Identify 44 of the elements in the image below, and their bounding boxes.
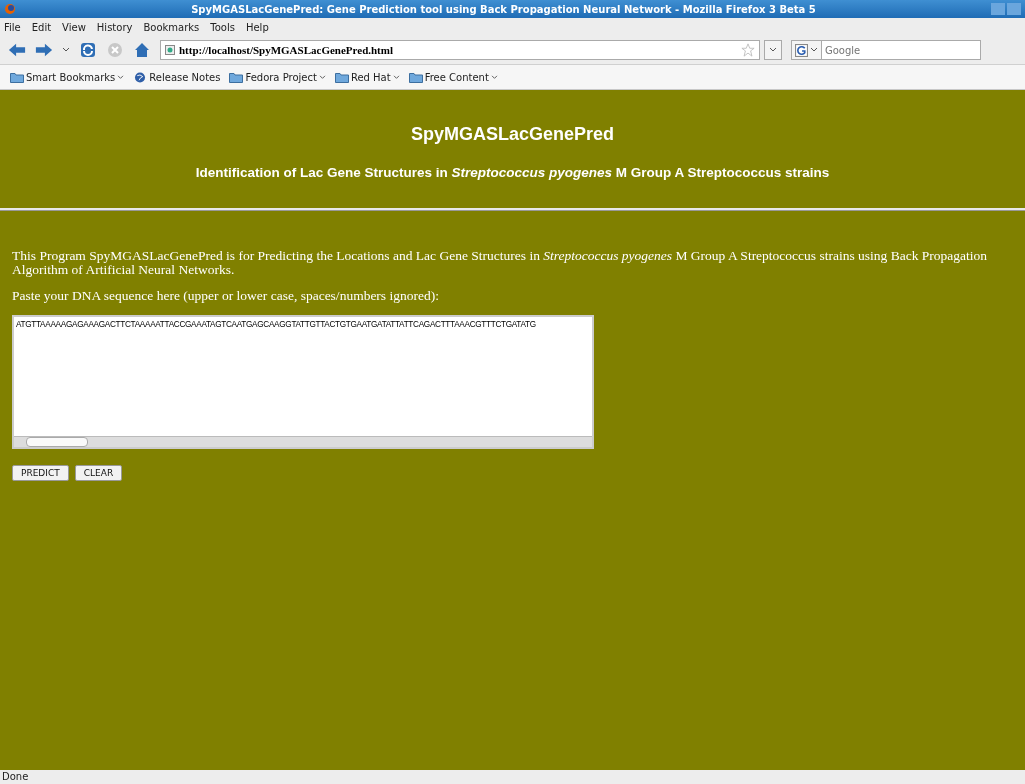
browser-logo-icon <box>4 3 16 15</box>
folder-icon <box>229 71 244 83</box>
back-arrow-icon[interactable] <box>8 42 26 58</box>
globe-icon <box>133 71 148 83</box>
caret-icon <box>769 47 777 53</box>
description-text: This Program SpyMGASLacGenePred is for Predicting the Locations and Lac Gene Structures in Streptococcus pyogenes M Group A Streptococcus strains using Back Propagation Algorithm of Artificial Neural Networks. <box>12 249 989 277</box>
menu-item[interactable]: Bookmarks <box>143 21 200 33</box>
home-icon[interactable] <box>133 42 151 58</box>
forward-arrow-icon[interactable] <box>35 42 53 58</box>
bookmark-item[interactable]: Smart Bookmarks <box>10 71 125 83</box>
caret-icon <box>810 47 818 53</box>
search-field[interactable]: Google <box>822 40 981 60</box>
menu-item[interactable]: Tools <box>210 21 235 33</box>
bookmark-item[interactable]: Fedora Project <box>229 71 326 83</box>
page-icon <box>165 45 175 55</box>
bookmark-item[interactable]: Release Notes <box>133 71 221 83</box>
menu-item[interactable]: History <box>96 21 133 33</box>
folder-icon <box>408 71 423 83</box>
caret-icon <box>318 74 326 80</box>
menu-item[interactable]: View <box>62 21 86 33</box>
address-field[interactable]: http://localhost/SpyMGASLacGenePred.html <box>160 40 760 60</box>
prompt-text: Paste your DNA sequence here (upper or lower case, spaces/numbers ignored): <box>12 289 440 303</box>
page-subtitle: Identification of Lac Gene Structures in Streptococcus pyogenes M Group A Streptococcus strains <box>195 165 830 180</box>
caret-icon <box>117 74 125 80</box>
window-title: SpyMGASLacGenePred: Gene Prediction tool using Back Propagation Neural Network - Mozilla Firefox 3 Beta 5 <box>190 3 817 15</box>
predict-button[interactable]: PREDICT <box>12 465 69 481</box>
caret-icon <box>392 74 400 80</box>
sequence-field[interactable]: ATGTTAAAAAGAGAAAGACTTCTAAAAATTACCGAAATAGTCAATGAGCAAGGTATTGTTACTGTGAATGATATTATTCAGACTTTAAACGTTTCTGATATG <box>12 315 594 449</box>
caret-icon[interactable] <box>62 47 70 53</box>
bookmark-item[interactable]: Free Content <box>408 71 498 83</box>
search-engine-button[interactable] <box>791 40 822 60</box>
search-engine-icon <box>795 43 808 57</box>
page-title: SpyMGASLacGenePred <box>410 124 615 145</box>
menu-item[interactable]: File <box>4 21 21 33</box>
caret-icon <box>490 74 498 80</box>
clear-button[interactable]: CLEAR <box>74 465 123 481</box>
folder-icon <box>10 71 24 83</box>
reload-icon[interactable] <box>79 42 97 58</box>
horizontal-scrollbar[interactable] <box>14 436 592 447</box>
bookmark-item[interactable]: Red Hat <box>334 71 400 83</box>
star-icon[interactable] <box>741 43 755 57</box>
menu-item[interactable]: Help <box>245 21 269 33</box>
folder-icon <box>334 71 349 83</box>
menu-item[interactable]: Edit <box>31 21 52 33</box>
